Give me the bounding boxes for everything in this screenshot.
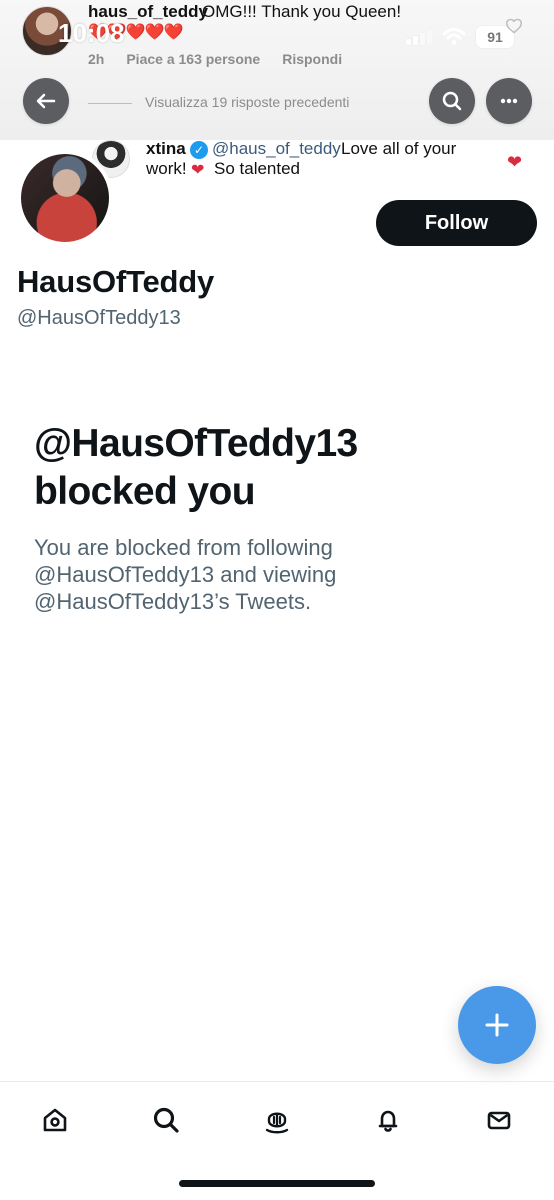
reply-text-part2: work! — [146, 159, 187, 178]
nav-spaces[interactable] — [232, 1090, 322, 1150]
reply-text-part3: So talented — [214, 159, 301, 178]
signal-icon — [406, 29, 432, 45]
reply-heart-emoji: ❤ — [191, 162, 205, 179]
comment-age: 2h — [88, 51, 105, 67]
comment-meta: 2h Piace a 163 persone Rispondi — [88, 51, 342, 67]
search-icon — [442, 91, 462, 111]
status-icons: 91 — [406, 26, 514, 48]
plus-icon — [485, 1013, 509, 1037]
profile-handle: @HausOfTeddy13 — [17, 307, 181, 329]
bottom-nav-divider — [0, 1081, 554, 1082]
back-button[interactable] — [23, 78, 69, 124]
profile-avatar[interactable] — [17, 150, 113, 246]
mail-icon — [487, 1111, 510, 1130]
blocked-description: You are blocked from following @HausOfTe… — [34, 534, 494, 615]
bottom-navigation — [0, 1085, 554, 1155]
nav-home[interactable] — [10, 1090, 100, 1150]
home-indicator — [179, 1180, 375, 1187]
battery-percentage: 91 — [487, 29, 503, 45]
reply-like-heart-icon[interactable]: ❤ — [507, 152, 522, 173]
view-replies-line — [88, 103, 132, 104]
profile-display-name: HausOfTeddy — [17, 264, 215, 299]
comment-text: OMG!!! Thank you Queen! — [202, 2, 402, 21]
reply-mention[interactable]: @haus_of_teddy — [212, 139, 341, 159]
bell-icon — [378, 1110, 398, 1132]
home-icon — [44, 1108, 67, 1132]
wifi-icon — [442, 28, 466, 45]
reply-text-part1: Love all of your — [341, 139, 457, 158]
nav-notifications[interactable] — [343, 1090, 433, 1150]
comment-likes[interactable]: Piace a 163 persone — [126, 51, 260, 67]
verified-badge-icon: ✓ — [190, 141, 208, 159]
spaces-icon — [265, 1112, 289, 1134]
blocked-description-line3: @HausOfTeddy13’s Tweets. — [34, 589, 312, 614]
arrow-left-icon — [36, 93, 56, 109]
view-replies-link[interactable]: Visualizza 19 risposte precedenti — [145, 94, 349, 110]
more-options-button[interactable] — [486, 78, 532, 124]
blocked-description-line1: You are blocked from following — [34, 535, 333, 560]
nav-search[interactable] — [121, 1090, 211, 1150]
nav-messages[interactable] — [454, 1090, 544, 1150]
blocked-description-line2: @HausOfTeddy13 and viewing — [34, 562, 337, 587]
search-button[interactable] — [429, 78, 475, 124]
search-icon — [154, 1107, 179, 1133]
blocked-title: @HausOfTeddy13 blocked you — [34, 420, 514, 516]
reply-username[interactable]: xtina — [146, 139, 186, 159]
compose-tweet-button[interactable] — [458, 986, 536, 1064]
more-horizontal-icon — [500, 98, 518, 104]
blocked-title-line1: @HausOfTeddy13 — [34, 422, 358, 465]
profile-avatar-image — [21, 154, 109, 242]
follow-button[interactable]: Follow — [376, 200, 537, 246]
blocked-title-line2: blocked you — [34, 470, 256, 513]
comment-reply-button[interactable]: Rispondi — [282, 51, 342, 67]
comment-like-heart-icon[interactable] — [505, 18, 523, 34]
status-time: 10:08 — [58, 18, 125, 48]
